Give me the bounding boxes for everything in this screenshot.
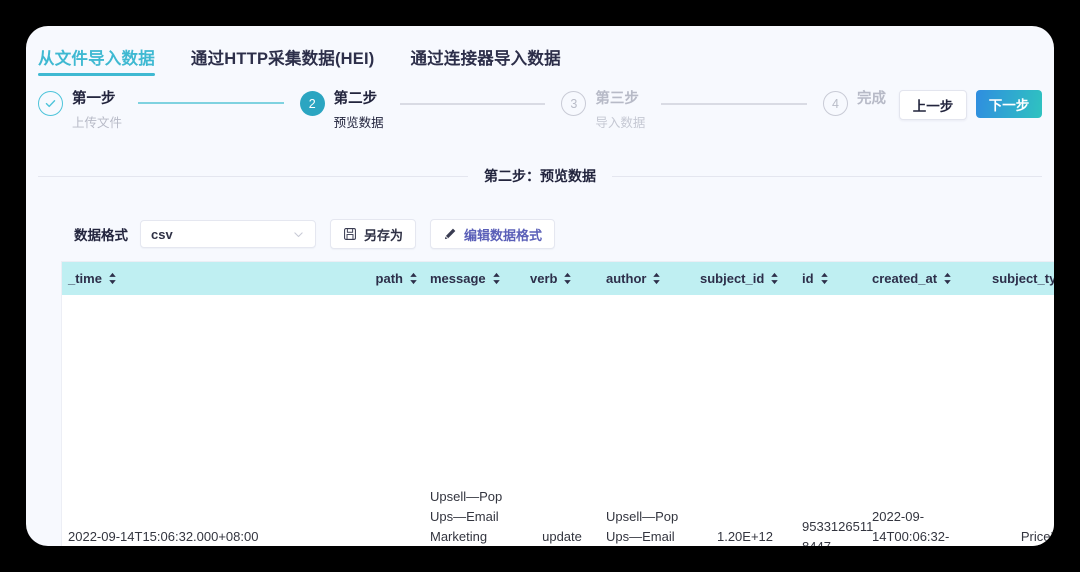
column-header-message[interactable]: message xyxy=(424,262,524,295)
connector-2-3 xyxy=(399,103,546,105)
section-title: 第二步：预览数据 xyxy=(484,168,596,184)
table-empty-space xyxy=(62,295,1054,485)
cell-verb: update xyxy=(524,485,600,546)
tab-import-from-file[interactable]: 从文件导入数据 xyxy=(38,45,155,76)
sort-updown-icon[interactable] xyxy=(563,272,572,285)
cell-id: 9533126511 8447 xyxy=(796,485,873,546)
column-header-_time[interactable]: _time xyxy=(62,262,362,295)
cell-created_at: 2022-09-14T00:06:32-07:00 xyxy=(866,485,986,546)
sort-updown-icon[interactable] xyxy=(492,272,501,285)
data-format-toolbar: 数据格式 csv 另存为 编辑数据格式 xyxy=(74,219,556,249)
edit-data-format-button[interactable]: 编辑数据格式 xyxy=(430,219,556,249)
sort-updown-icon[interactable] xyxy=(652,272,661,285)
empty-cell xyxy=(62,295,1054,485)
step-3-badge: 3 xyxy=(561,91,587,116)
save-as-label: 另存为 xyxy=(364,227,404,243)
tab-connector-import[interactable]: 通过连接器导入数据 xyxy=(410,45,560,76)
step-2-texts: 第二步 预览数据 xyxy=(334,88,384,134)
import-source-tabs: 从文件导入数据 通过HTTP采集数据(HEI) 通过连接器导入数据 xyxy=(38,38,561,76)
step-2[interactable]: 2 第二步 预览数据 xyxy=(299,88,384,134)
sort-updown-icon[interactable] xyxy=(820,272,829,285)
sort-updown-icon[interactable] xyxy=(108,272,117,285)
cell-subject_type: PriceRule xyxy=(986,485,1054,546)
previous-step-label: 上一步 xyxy=(912,99,954,114)
section-header: 第二步：预览数据 xyxy=(38,166,1042,186)
step-4-badge: 4 xyxy=(823,91,849,116)
tab-label: 通过连接器导入数据 xyxy=(410,50,561,68)
column-label: id xyxy=(802,271,814,286)
column-header-id[interactable]: id xyxy=(796,262,866,295)
column-label: verb xyxy=(530,271,558,286)
column-label: _time xyxy=(68,271,102,286)
column-label: subject_id xyxy=(700,271,765,286)
sort-updown-icon[interactable] xyxy=(409,272,418,285)
column-label: path xyxy=(375,271,403,286)
check-icon xyxy=(45,100,56,108)
column-label: message xyxy=(430,271,486,286)
column-label: subject_type xyxy=(992,271,1054,286)
step-4-number: 4 xyxy=(832,96,839,111)
tab-http-collect[interactable]: 通过HTTP采集数据(HEI) xyxy=(191,45,375,76)
step-1[interactable]: 第一步 上传文件 xyxy=(38,88,122,134)
connector-1-2 xyxy=(138,102,284,104)
edit-data-format-label: 编辑数据格式 xyxy=(464,227,543,243)
step-2-badge: 2 xyxy=(299,91,325,116)
wizard-stepper: 第一步 上传文件 2 第二步 预览数据 3 第三步 导入数据 4 完成 上一步 … xyxy=(38,88,1043,150)
table-row[interactable]: 2022-09-14T15:06:32.000+08:00 Upsell—Pop… xyxy=(62,485,1054,546)
step-2-subtitle: 预览数据 xyxy=(333,116,384,130)
step-3-title: 第三步 xyxy=(595,91,639,107)
step-2-number: 2 xyxy=(308,96,316,111)
step-3-number: 3 xyxy=(570,96,578,111)
wizard-nav-buttons: 上一步 下一步 xyxy=(899,90,1043,120)
chevron-down-icon xyxy=(292,228,305,241)
next-step-label: 下一步 xyxy=(988,98,1030,113)
cell-subject_id: 1.20E+12 xyxy=(694,485,796,546)
step-3-texts: 第三步 导入数据 xyxy=(595,88,645,134)
cell-message: Upsell—Pop Ups—Email Marketing edited th… xyxy=(424,485,524,546)
pencil-icon xyxy=(443,227,457,241)
tab-label: 通过HTTP采集数据(HEI) xyxy=(190,50,375,68)
cell-path xyxy=(362,485,424,546)
column-label: created_at xyxy=(872,271,938,286)
step-2-title: 第二步 xyxy=(333,91,378,107)
column-header-verb[interactable]: verb xyxy=(524,262,600,295)
step-1-texts: 第一步 上传文件 xyxy=(72,88,122,134)
step-3-subtitle: 导入数据 xyxy=(595,116,646,130)
column-header-created_at[interactable]: created_at xyxy=(866,262,986,295)
divider-right xyxy=(612,175,1042,177)
save-as-button[interactable]: 另存为 xyxy=(330,219,417,249)
data-format-select[interactable]: csv xyxy=(140,220,316,248)
cell-_time: 2022-09-14T15:06:32.000+08:00 xyxy=(62,485,362,546)
sort-updown-icon[interactable] xyxy=(770,272,779,285)
step-1-title: 第一步 xyxy=(72,91,116,107)
screen: 从文件导入数据 通过HTTP采集数据(HEI) 通过连接器导入数据 第一步 上传… xyxy=(0,0,1080,572)
column-header-subject_type[interactable]: subject_type xyxy=(986,262,1054,295)
table-header-row: _time path message verb author subject_i… xyxy=(62,262,1054,295)
step-1-subtitle: 上传文件 xyxy=(72,116,123,130)
data-format-selected-value: csv xyxy=(151,226,173,242)
column-header-path[interactable]: path xyxy=(362,262,424,295)
import-wizard-panel: 从文件导入数据 通过HTTP采集数据(HEI) 通过连接器导入数据 第一步 上传… xyxy=(26,26,1054,546)
step-4[interactable]: 4 完成 xyxy=(823,88,886,116)
connector-3-4 xyxy=(661,103,808,105)
cell-author: Upsell—Pop Ups—Email Marketing xyxy=(600,485,694,546)
data-format-label: 数据格式 xyxy=(74,228,128,243)
column-header-author[interactable]: author xyxy=(600,262,694,295)
save-icon xyxy=(343,227,357,241)
step-4-texts: 完成 xyxy=(857,88,886,110)
column-label: author xyxy=(606,271,647,286)
previous-step-button[interactable]: 上一步 xyxy=(899,90,968,120)
divider-left xyxy=(38,175,468,177)
column-header-subject_id[interactable]: subject_id xyxy=(694,262,796,295)
next-step-button[interactable]: 下一步 xyxy=(976,90,1043,118)
step-4-title: 完成 xyxy=(857,91,887,107)
step-3[interactable]: 3 第三步 导入数据 xyxy=(561,88,645,134)
tab-label: 从文件导入数据 xyxy=(38,50,155,68)
data-preview-table[interactable]: _time path message verb author subject_i… xyxy=(62,262,1054,546)
sort-updown-icon[interactable] xyxy=(943,272,952,285)
step-1-badge xyxy=(38,91,63,116)
